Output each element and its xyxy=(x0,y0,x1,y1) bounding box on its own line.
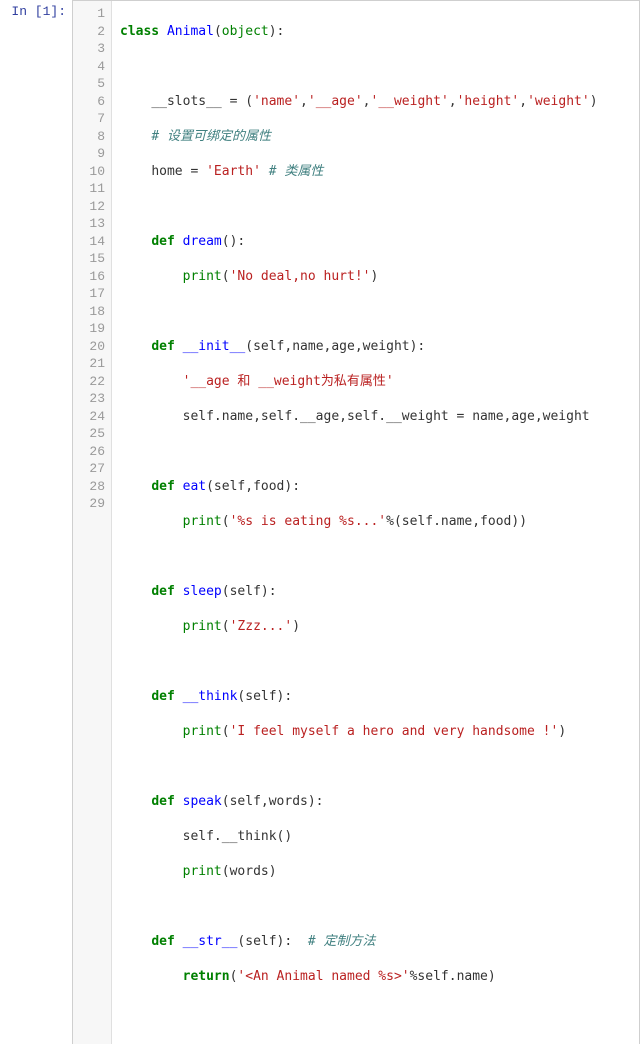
gutter-line: 4 xyxy=(73,58,105,76)
code-line: print('No deal,no hurt!') xyxy=(120,268,631,286)
gutter-line: 16 xyxy=(73,268,105,286)
code-line xyxy=(120,443,631,461)
gutter-line: 26 xyxy=(73,443,105,461)
code-line: print('Zzz...') xyxy=(120,618,631,636)
gutter-line: 21 xyxy=(73,355,105,373)
code-line: class Animal(object): xyxy=(120,23,631,41)
gutter-line: 22 xyxy=(73,373,105,391)
code-line: __slots__ = ('name','__age','__weight','… xyxy=(120,93,631,111)
gutter-line: 15 xyxy=(73,250,105,268)
gutter-line: 12 xyxy=(73,198,105,216)
code-line: self.name,self.__age,self.__weight = nam… xyxy=(120,408,631,426)
gutter-line: 8 xyxy=(73,128,105,146)
code-line: def __think(self): xyxy=(120,688,631,706)
gutter-line: 10 xyxy=(73,163,105,181)
notebook-cell: In [1]: 1 2 3 4 5 6 7 8 9 10 11 12 13 14… xyxy=(0,0,640,1044)
code-line xyxy=(120,758,631,776)
code-line xyxy=(120,653,631,671)
code-line: def __str__(self): # 定制方法 xyxy=(120,933,631,951)
gutter-line: 19 xyxy=(73,320,105,338)
gutter-line: 13 xyxy=(73,215,105,233)
code-line xyxy=(120,198,631,216)
gutter-line: 11 xyxy=(73,180,105,198)
code-line xyxy=(120,1003,631,1021)
code-line: print(words) xyxy=(120,863,631,881)
code-line: print('I feel myself a hero and very han… xyxy=(120,723,631,741)
code-line xyxy=(120,898,631,916)
gutter-line: 5 xyxy=(73,75,105,93)
code-line: home = 'Earth' # 类属性 xyxy=(120,163,631,181)
code-line: # 设置可绑定的属性 xyxy=(120,128,631,146)
gutter-line: 20 xyxy=(73,338,105,356)
gutter-line: 1 xyxy=(73,5,105,23)
gutter-line: 2 xyxy=(73,23,105,41)
gutter-line: 25 xyxy=(73,425,105,443)
gutter-line: 29 xyxy=(73,495,105,513)
gutter-line: 27 xyxy=(73,460,105,478)
gutter-line: 18 xyxy=(73,303,105,321)
gutter-line: 9 xyxy=(73,145,105,163)
code-line: return('<An Animal named %s>'%self.name) xyxy=(120,968,631,986)
code-line: def dream(): xyxy=(120,233,631,251)
code-area[interactable]: 1 2 3 4 5 6 7 8 9 10 11 12 13 14 15 16 1… xyxy=(72,0,640,1044)
code-line: print('%s is eating %s...'%(self.name,fo… xyxy=(120,513,631,531)
code-line xyxy=(120,548,631,566)
gutter-line: 17 xyxy=(73,285,105,303)
code-line: '__age 和 __weight为私有属性' xyxy=(120,373,631,391)
gutter-line: 3 xyxy=(73,40,105,58)
code-line: def eat(self,food): xyxy=(120,478,631,496)
gutter-line: 6 xyxy=(73,93,105,111)
gutter-line: 24 xyxy=(73,408,105,426)
code-line: def __init__(self,name,age,weight): xyxy=(120,338,631,356)
code-line: def speak(self,words): xyxy=(120,793,631,811)
line-gutter: 1 2 3 4 5 6 7 8 9 10 11 12 13 14 15 16 1… xyxy=(73,1,112,1044)
code-content[interactable]: class Animal(object): __slots__ = ('name… xyxy=(112,1,639,1044)
code-line xyxy=(120,303,631,321)
code-line: self.__think() xyxy=(120,828,631,846)
gutter-line: 28 xyxy=(73,478,105,496)
gutter-line: 14 xyxy=(73,233,105,251)
code-line xyxy=(120,58,631,76)
code-line: def sleep(self): xyxy=(120,583,631,601)
gutter-line: 7 xyxy=(73,110,105,128)
gutter-line: 23 xyxy=(73,390,105,408)
input-prompt: In [1]: xyxy=(0,0,72,19)
